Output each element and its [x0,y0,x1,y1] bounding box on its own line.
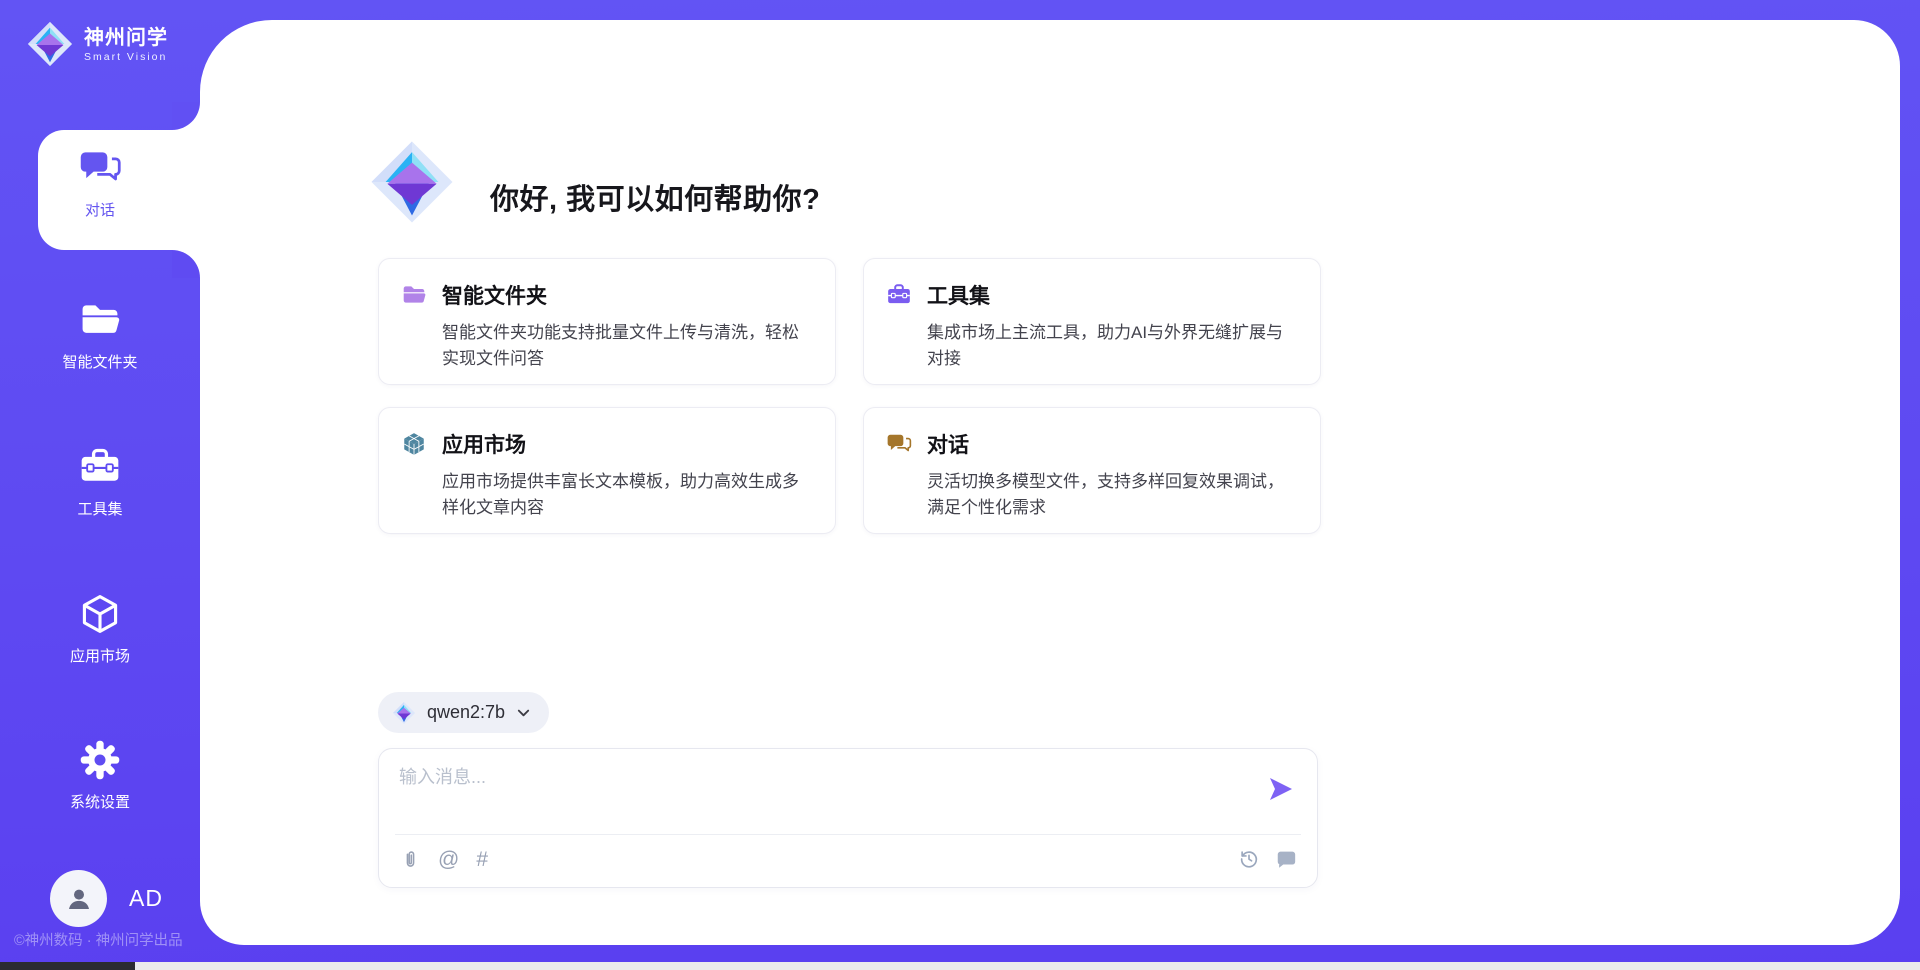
cube-grid-icon [401,431,427,457]
card-description: 应用市场提供丰富长文本模板，助力高效生成多样化文章内容 [442,469,815,521]
card-title: 智能文件夹 [442,280,547,310]
topic-button[interactable]: # [476,849,488,871]
feature-cards: 智能文件夹 智能文件夹功能支持批量文件上传与清洗，轻松实现文件问答 工具集 集成… [378,258,1321,534]
sidebar-item-settings[interactable]: 系统设置 [0,738,200,812]
card-app-market[interactable]: 应用市场 应用市场提供丰富长文本模板，助力高效生成多样化文章内容 [378,407,836,534]
greeting-title: 你好, 我可以如何帮助你? [490,176,820,218]
user-initials: AD [129,885,163,912]
cube-icon [78,592,122,636]
model-selector[interactable]: qwen2:7b [378,692,549,733]
card-chat[interactable]: 对话 灵活切换多模型文件，支持多样回复效果调试，满足个性化需求 [863,407,1321,534]
card-title: 应用市场 [442,429,526,459]
attach-file-button[interactable] [400,848,421,871]
person-icon [64,884,94,914]
sidebar-item-chat[interactable]: 对话 [0,146,200,220]
sidebar-item-smart-folder[interactable]: 智能文件夹 [0,298,200,372]
user-account[interactable]: AD [50,870,163,927]
sidebar-item-label: 应用市场 [0,645,200,666]
sidebar-item-toolset[interactable]: 工具集 [0,445,200,519]
sidebar-item-app-market[interactable]: 应用市场 [0,592,200,666]
folder-icon [401,282,427,308]
send-icon [1267,775,1295,803]
chat-icon [886,431,912,457]
chat-icon [78,146,122,190]
app-frame: 神州问学 Smart Vision 对话 智能文件夹 [0,0,1920,970]
card-description: 集成市场上主流工具，助力AI与外界无缝扩展与对接 [927,320,1300,372]
model-name: qwen2:7b [427,702,505,723]
message-input[interactable] [399,763,1239,825]
history-icon [1238,848,1260,870]
gear-icon [78,738,122,782]
new-chat-button[interactable] [1275,848,1297,870]
app-logo: 神州问学 Smart Vision [26,20,168,68]
sidebar-item-label: 智能文件夹 [0,351,200,372]
toolbox-icon [886,282,912,308]
message-composer: @ # [378,748,1318,888]
history-button[interactable] [1238,848,1260,870]
toolbox-icon [78,445,122,489]
card-smart-folder[interactable]: 智能文件夹 智能文件夹功能支持批量文件上传与清洗，轻松实现文件问答 [378,258,836,385]
composer-divider [395,834,1301,835]
sidebar-item-label: 系统设置 [0,791,200,812]
card-toolset[interactable]: 工具集 集成市场上主流工具，助力AI与外界无缝扩展与对接 [863,258,1321,385]
folder-icon [78,298,122,342]
tab-fillet-bottom [172,250,200,278]
app-subtitle: Smart Vision [84,51,168,63]
chat-bubble-icon [1275,848,1297,870]
sidebar-item-label: 对话 [0,199,200,220]
composer-tools-left: @ # [400,848,488,871]
mention-button[interactable]: @ [438,849,459,871]
app-name: 神州问学 [84,26,168,50]
sidebar: 神州问学 Smart Vision 对话 智能文件夹 [0,0,200,970]
paperclip-icon [400,848,421,871]
card-title: 工具集 [927,280,990,310]
send-button[interactable] [1267,775,1295,803]
card-title: 对话 [927,429,969,459]
tab-fillet-top [172,102,200,130]
gem-hero-icon [368,138,456,226]
sidebar-item-label: 工具集 [0,498,200,519]
composer-tools-right [1238,848,1297,870]
window-bottom-edge [0,962,1920,970]
card-description: 智能文件夹功能支持批量文件上传与清洗，轻松实现文件问答 [442,320,815,372]
chevron-down-icon [516,705,531,720]
copyright-footer: ©神州数码 · 神州问学出品 [14,929,183,950]
gem-logo-icon [26,20,74,68]
card-description: 灵活切换多模型文件，支持多样回复效果调试，满足个性化需求 [927,469,1300,521]
avatar [50,870,107,927]
gem-model-icon [392,701,416,725]
